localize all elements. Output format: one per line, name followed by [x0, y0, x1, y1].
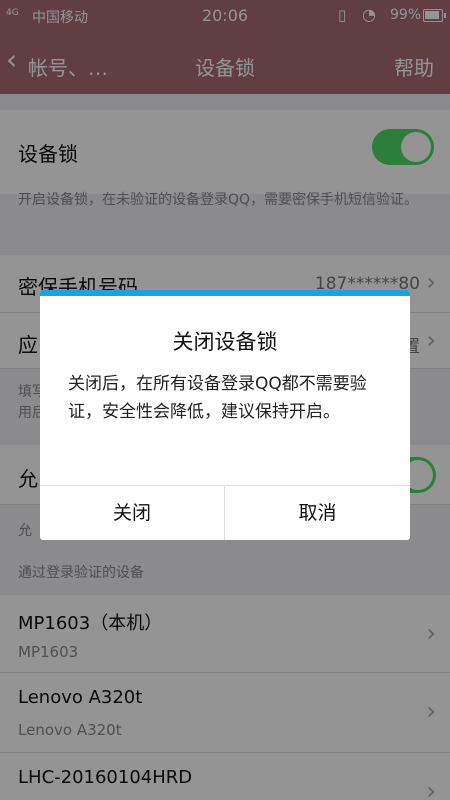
dialog-message: 关闭后，在所有设备登录QQ都不需要验证，安全性会降低，建议保持开启。 [68, 374, 367, 422]
dialog-title: 关闭设备锁 [172, 330, 278, 354]
dialog-buttons: 关闭 取消 [40, 485, 410, 540]
dialog-accent-bar [40, 290, 410, 296]
cancel-button[interactable]: 取消 [225, 486, 410, 540]
close-button[interactable]: 关闭 [40, 486, 225, 540]
close-device-lock-dialog: 关闭设备锁 关闭后，在所有设备登录QQ都不需要验证，安全性会降低，建议保持开启。… [40, 290, 410, 540]
